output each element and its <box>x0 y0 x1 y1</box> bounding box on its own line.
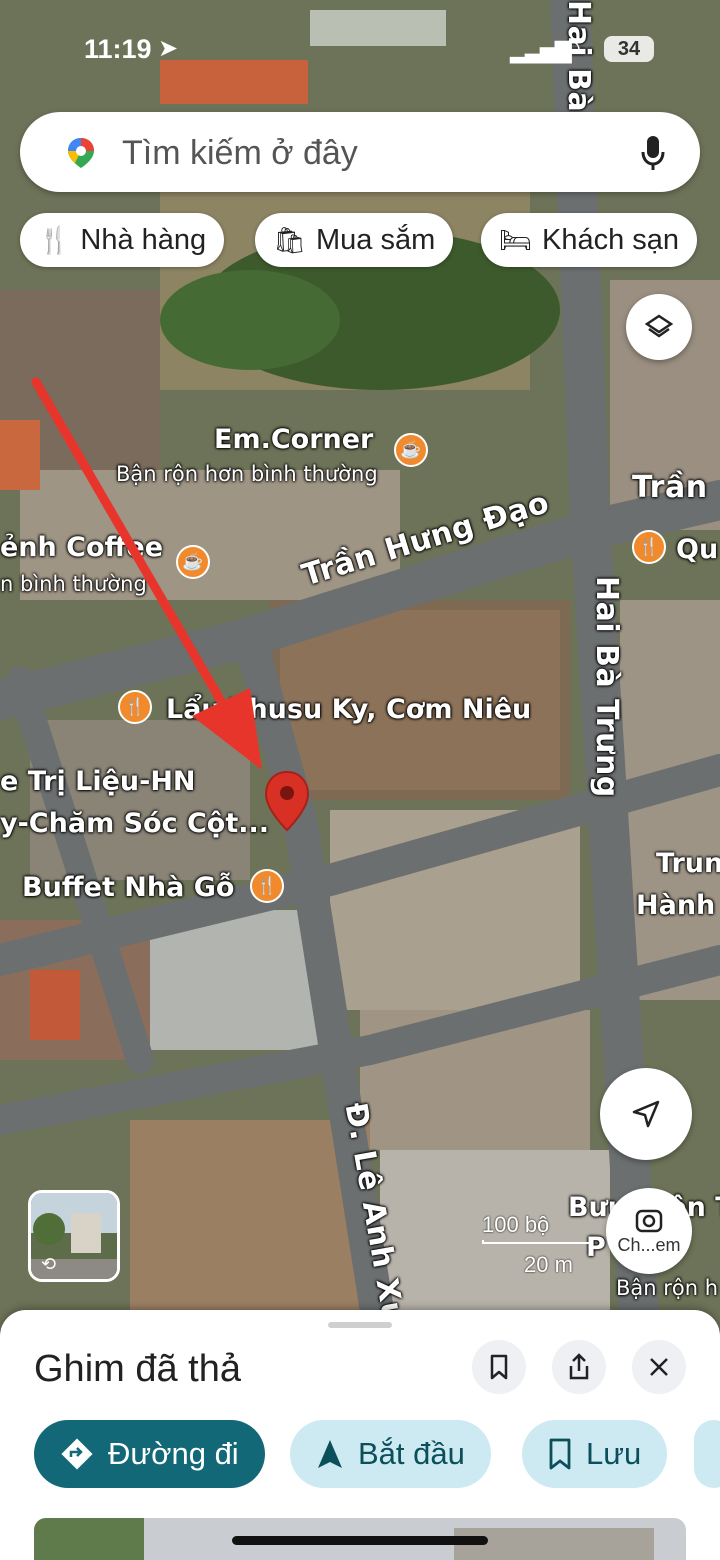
poi-status-buu-dien: Bận rộn h <box>616 1276 719 1300</box>
poi-label-coffee[interactable]: ẻnh Coffee <box>0 532 163 563</box>
battery-icon: 34 <box>604 36 654 62</box>
poi-label-cham-soc: y-Chăm Sóc Cột... <box>0 808 270 839</box>
chip-restaurants[interactable]: 🍴 Nhà hàng <box>20 213 225 267</box>
share-icon <box>569 1353 589 1380</box>
hotel-bed-icon: 🛏 <box>499 224 533 255</box>
microphone-icon[interactable] <box>640 134 666 172</box>
layers-button[interactable] <box>626 294 692 360</box>
save-label: Lưu <box>586 1436 642 1471</box>
chip-hotels[interactable]: 🛏 Khách sạn <box>481 213 698 267</box>
restaurant-icon[interactable]: 🍴 <box>250 869 284 903</box>
directions-icon <box>61 1438 93 1470</box>
close-icon <box>650 1358 668 1376</box>
search-input[interactable]: Tìm kiếm ở đây <box>122 134 358 173</box>
search-bar[interactable]: Tìm kiếm ở đây <box>20 112 700 192</box>
map-scale: 100 bộ 20 m <box>482 1212 592 1278</box>
chip-label: Khách sạn <box>542 223 680 256</box>
sheet-drag-handle[interactable] <box>328 1322 392 1328</box>
wifi-icon: ◠ <box>560 35 581 62</box>
scale-meters: 20 m <box>524 1252 573 1277</box>
restaurant-icon: 🍴 <box>38 224 71 255</box>
camera-lens-icon <box>635 1209 663 1232</box>
save-action-button[interactable]: Lưu <box>522 1420 668 1488</box>
directions-button[interactable]: Đường đi <box>34 1420 265 1488</box>
cafe-icon[interactable]: ☕ <box>176 545 210 579</box>
lens-label: Ch...em <box>617 1234 681 1255</box>
restaurant-icon[interactable]: 🍴 <box>118 690 152 724</box>
poi-label-buffet-nha-go[interactable]: Buffet Nhà Gỗ <box>22 872 234 903</box>
directions-label: Đường đi <box>108 1436 239 1471</box>
bookmark-icon <box>549 1438 571 1470</box>
start-button[interactable]: Bắt đầu <box>290 1420 491 1488</box>
status-bar: 11:19 ➤ ▂▃▅▇ ◠ 34 <box>0 30 720 70</box>
close-button[interactable] <box>632 1340 686 1394</box>
save-button[interactable] <box>472 1340 526 1394</box>
start-label: Bắt đầu <box>358 1436 465 1471</box>
poi-label-buu-dien-line2: P <box>586 1232 606 1263</box>
share-button[interactable] <box>552 1340 606 1394</box>
poi-label-lau-thusu-ky[interactable]: Lẩu Thusu Ky, Cơm Niêu <box>166 694 531 725</box>
street-label-hai-ba-trung: Hai Bà Trưng <box>589 576 624 798</box>
chip-label: Mua sắm <box>316 223 436 256</box>
sheet-title: Ghim đã thả <box>34 1348 241 1390</box>
street-view-thumbnail[interactable]: ⟲ <box>28 1190 120 1282</box>
cafe-icon[interactable]: ☕ <box>394 433 428 467</box>
home-indicator[interactable] <box>232 1536 488 1545</box>
poi-status-coffee: n bình thường <box>0 572 147 596</box>
status-time: 11:19 <box>84 34 152 64</box>
layers-icon <box>644 314 674 338</box>
poi-label-tri-lieu[interactable]: e Trị Liệu-HN <box>0 766 196 797</box>
scale-feet: 100 bộ <box>482 1212 550 1237</box>
navigation-arrow-icon <box>318 1440 342 1468</box>
google-maps-logo-icon <box>68 138 94 168</box>
lens-button[interactable]: Ch...em <box>606 1188 692 1274</box>
location-arrow-icon: ➤ <box>158 35 179 62</box>
chip-label: Nhà hàng <box>80 223 207 256</box>
my-location-button[interactable] <box>600 1068 692 1160</box>
rotate-360-icon: ⟲ <box>41 1254 57 1274</box>
place-sheet[interactable]: Ghim đã thả Đường đi Bắt đầu Lưu <box>0 1310 720 1560</box>
poi-label-em-corner[interactable]: Em.Corner <box>214 424 373 455</box>
chip-shopping[interactable]: 🛍 Mua sắm <box>255 213 454 267</box>
dropped-pin-icon[interactable] <box>264 770 310 832</box>
shopping-bag-icon: 🛍 <box>273 224 307 255</box>
poi-label-trung[interactable]: Trun <box>656 848 720 879</box>
navigation-arrow-icon <box>632 1100 660 1128</box>
street-label-tran: Trần <box>632 470 708 505</box>
poi-label-qu[interactable]: Qu <box>676 534 718 565</box>
poi-label-hanh: Hành <box>636 890 716 921</box>
restaurant-icon[interactable]: 🍴 <box>632 530 666 564</box>
more-action-button[interactable] <box>694 1420 720 1488</box>
scale-bar <box>482 1240 592 1244</box>
bookmark-icon <box>490 1354 508 1380</box>
poi-status-em-corner: Bận rộn hơn bình thường <box>116 462 378 486</box>
